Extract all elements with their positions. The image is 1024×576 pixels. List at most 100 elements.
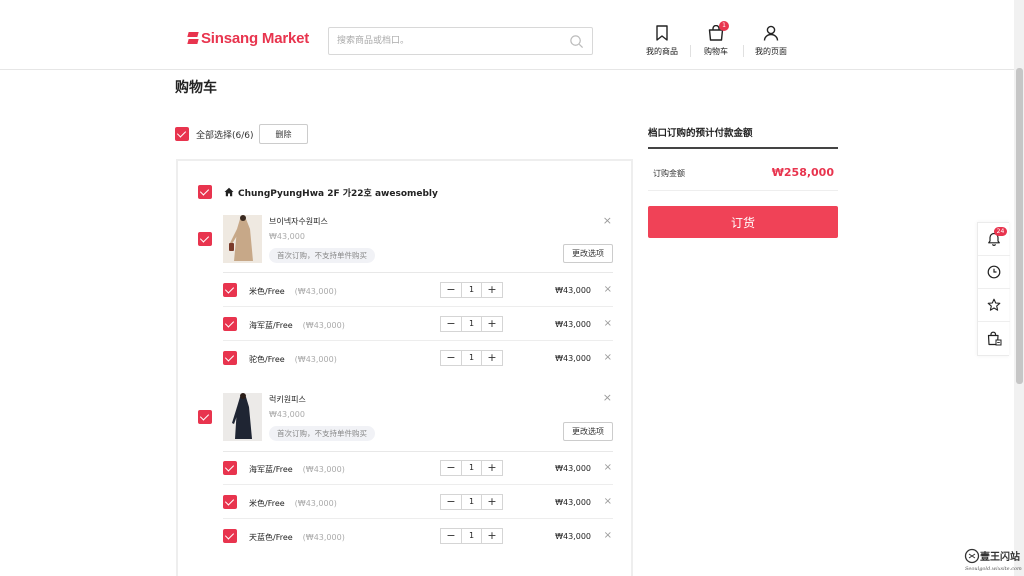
- remove-option-icon[interactable]: ×: [604, 352, 612, 363]
- search-input[interactable]: [337, 33, 562, 49]
- product-image-icon: [223, 215, 262, 263]
- shopping-bag-icon: [987, 331, 1001, 346]
- option-label: 天蓝色/Free (₩43,000): [249, 532, 345, 543]
- store-row: ChungPyungHwa 2F 가22호 awesomebly: [198, 185, 438, 199]
- favorites-button[interactable]: [978, 289, 1010, 322]
- quantity-stepper: − 1 +: [440, 528, 503, 544]
- select-all-checkbox[interactable]: [175, 127, 189, 141]
- option-row: 海军蓝/Free (₩43,000) − 1 + ₩43,000 ×: [223, 307, 613, 341]
- nav-label: 我的商品: [646, 47, 678, 56]
- remove-product-icon[interactable]: ×: [603, 392, 612, 403]
- option-total-price: ₩43,000: [555, 532, 591, 541]
- logo[interactable]: Sinsang Market: [188, 30, 309, 47]
- quantity-value[interactable]: 1: [461, 461, 482, 475]
- scrollbar-thumb[interactable]: [1016, 68, 1023, 384]
- option-row: 驼色/Free (₩43,000) − 1 + ₩43,000 ×: [223, 341, 613, 375]
- nav-my-page[interactable]: 我的页面: [743, 25, 799, 57]
- quantity-value[interactable]: 1: [461, 283, 482, 297]
- decrease-button[interactable]: −: [441, 529, 461, 543]
- order-amount-label: 订购金额: [653, 169, 685, 178]
- summary-title-underline: [648, 147, 838, 149]
- search-box[interactable]: [328, 27, 593, 55]
- watermark-logo-icon: [964, 548, 980, 564]
- remove-option-icon[interactable]: ×: [604, 462, 612, 473]
- nav-my-products[interactable]: 我的商品: [634, 25, 690, 57]
- product-checkbox[interactable]: [198, 410, 212, 424]
- notifications-button[interactable]: 24: [978, 223, 1010, 256]
- product-item: 럭키원피스 ₩43,000 首次订购，不支持单件购买 × 更改选项 海军蓝/Fr…: [198, 392, 613, 576]
- increase-button[interactable]: +: [482, 283, 502, 297]
- remove-option-icon[interactable]: ×: [604, 284, 612, 295]
- star-icon: [987, 298, 1001, 311]
- quantity-value[interactable]: 1: [461, 529, 482, 543]
- nav-cart[interactable]: 1 购物车: [688, 21, 744, 57]
- option-total-price: ₩43,000: [555, 498, 591, 507]
- product-price: ₩43,000: [269, 410, 305, 419]
- select-all[interactable]: 全部选择(6/6): [175, 127, 254, 141]
- change-options-button[interactable]: 更改选项: [563, 422, 613, 441]
- quantity-value[interactable]: 1: [461, 351, 482, 365]
- product-thumbnail[interactable]: [223, 215, 262, 263]
- clock-icon: [987, 265, 1001, 279]
- option-row: 天蓝色/Free (₩43,000) − 1 + ₩43,000 ×: [223, 519, 613, 553]
- order-button[interactable]: 订货: [648, 206, 838, 238]
- product-name[interactable]: 브이넥자수원피스: [269, 216, 328, 227]
- option-checkbox[interactable]: [223, 529, 237, 543]
- header: Sinsang Market 我的商品 1 购物车 我的页面: [0, 0, 1024, 70]
- increase-button[interactable]: +: [482, 495, 502, 509]
- decrease-button[interactable]: −: [441, 283, 461, 297]
- delete-button[interactable]: 删除: [259, 124, 308, 144]
- decrease-button[interactable]: −: [441, 461, 461, 475]
- user-icon: [763, 25, 779, 41]
- decrease-button[interactable]: −: [441, 495, 461, 509]
- cart-panel: ChungPyungHwa 2F 가22호 awesomebly 브이넥자수원피…: [176, 159, 633, 576]
- option-checkbox[interactable]: [223, 317, 237, 331]
- option-label: 米色/Free (₩43,000): [249, 498, 337, 509]
- option-row: 海军蓝/Free (₩43,000) − 1 + ₩43,000 ×: [223, 451, 613, 485]
- increase-button[interactable]: +: [482, 351, 502, 365]
- product-checkbox[interactable]: [198, 232, 212, 246]
- notification-count-badge: 24: [994, 227, 1007, 236]
- increase-button[interactable]: +: [482, 529, 502, 543]
- option-name: 海军蓝/Free: [249, 321, 293, 330]
- change-options-button[interactable]: 更改选项: [563, 244, 613, 263]
- option-total-price: ₩43,000: [555, 464, 591, 473]
- recent-viewed-button[interactable]: [978, 256, 1010, 289]
- increase-button[interactable]: +: [482, 461, 502, 475]
- select-all-label: 全部选择(6/6): [196, 130, 254, 141]
- quantity-value[interactable]: 1: [461, 317, 482, 331]
- store-checkbox[interactable]: [198, 185, 212, 199]
- cart-count-badge: 1: [719, 21, 729, 31]
- watermark-text: 壹王闪站: [980, 552, 1020, 563]
- product-thumbnail[interactable]: [223, 393, 262, 441]
- option-name: 米色/Free: [249, 287, 285, 296]
- nav-label: 我的页面: [755, 47, 787, 56]
- product-image-icon: [223, 393, 262, 441]
- option-checkbox[interactable]: [223, 461, 237, 475]
- option-name: 海军蓝/Free: [249, 465, 293, 474]
- floating-side-bar: 24: [977, 222, 1010, 356]
- option-label: 海军蓝/Free (₩43,000): [249, 320, 345, 331]
- option-unit-price: (₩43,000): [302, 321, 345, 330]
- option-label: 海军蓝/Free (₩43,000): [249, 464, 345, 475]
- remove-option-icon[interactable]: ×: [604, 530, 612, 541]
- search-icon[interactable]: [569, 34, 584, 49]
- remove-option-icon[interactable]: ×: [604, 496, 612, 507]
- option-checkbox[interactable]: [223, 495, 237, 509]
- decrease-button[interactable]: −: [441, 351, 461, 365]
- nav-label: 购物车: [704, 47, 728, 56]
- option-name: 驼色/Free: [249, 355, 285, 364]
- option-total-price: ₩43,000: [555, 354, 591, 363]
- option-checkbox[interactable]: [223, 351, 237, 365]
- quantity-value[interactable]: 1: [461, 495, 482, 509]
- decrease-button[interactable]: −: [441, 317, 461, 331]
- option-unit-price: (₩43,000): [302, 533, 345, 542]
- remove-product-icon[interactable]: ×: [603, 215, 612, 226]
- product-name[interactable]: 럭키원피스: [269, 394, 306, 405]
- option-checkbox[interactable]: [223, 283, 237, 297]
- quantity-stepper: − 1 +: [440, 282, 503, 298]
- remove-option-icon[interactable]: ×: [604, 318, 612, 329]
- option-row: 米色/Free (₩43,000) − 1 + ₩43,000 ×: [223, 273, 613, 307]
- increase-button[interactable]: +: [482, 317, 502, 331]
- cart-shortcut-button[interactable]: [978, 322, 1010, 355]
